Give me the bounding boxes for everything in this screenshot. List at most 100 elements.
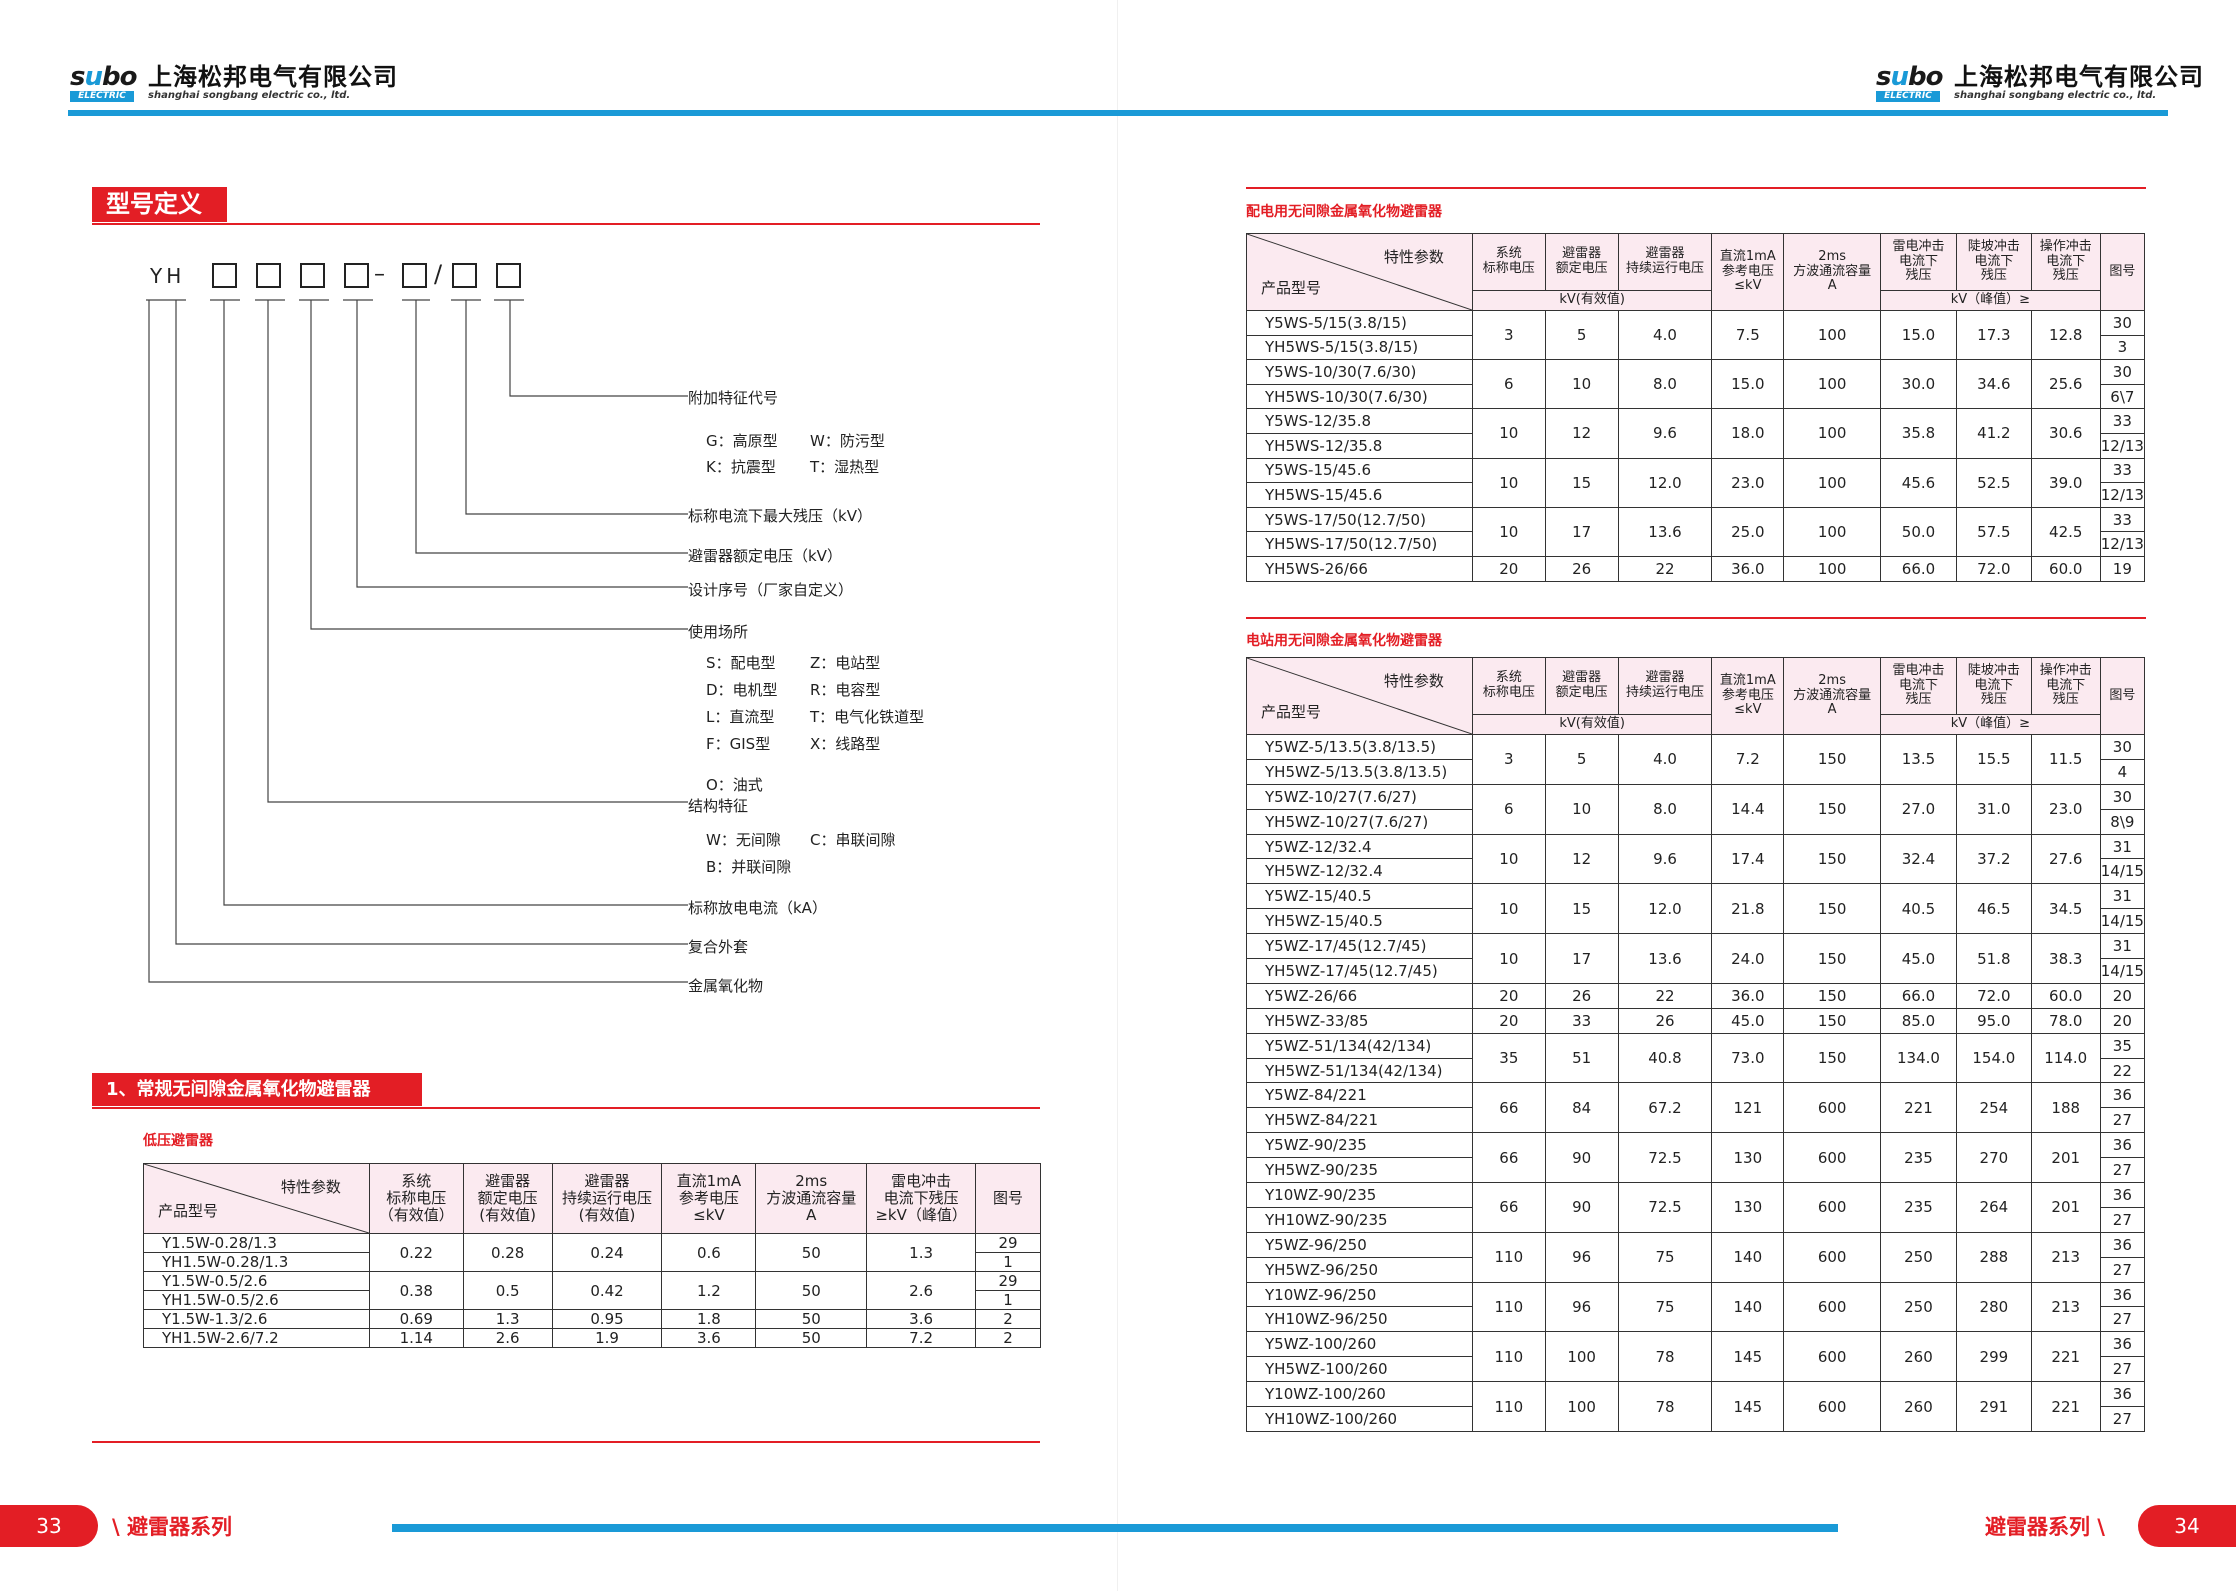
value-cell: 32.4	[1880, 833, 1957, 885]
company-logo-right: subo ELECTRIC 上海松邦电气有限公司 shanghai songba…	[1876, 64, 2204, 102]
value-cell: 130	[1711, 1182, 1785, 1233]
low-voltage-table: 特性参数 产品型号 系统 标称电压 （有效值） 避雷器 额定电压 (有效值) 避…	[143, 1163, 1041, 1348]
label-oil: O：油式	[706, 776, 763, 794]
value-cell: 39.0	[2030, 457, 2101, 508]
model-cell: YH5WZ-33/85	[1246, 1007, 1473, 1034]
value-cell: 150	[1783, 1032, 1882, 1084]
value-cell: 50	[755, 1233, 868, 1272]
value-cell: 96	[1544, 1281, 1619, 1333]
value-cell: 0.95	[551, 1309, 663, 1329]
header-col: 操作冲击 电流下 残压	[2030, 657, 2101, 715]
value-cell: 95.0	[1955, 1007, 2032, 1034]
value-cell: 12	[1544, 833, 1619, 885]
value-cell: 10	[1471, 833, 1546, 885]
figure-cell: 1	[975, 1252, 1041, 1272]
value-cell: 67.2	[1617, 1082, 1713, 1134]
header-rule-right	[1118, 110, 2168, 116]
value-cell: 41.2	[1955, 408, 2032, 459]
value-cell: 4.0	[1617, 734, 1713, 785]
figure-cell: 12/13	[2099, 531, 2146, 557]
model-cell: YH5WZ-10/27(7.6/27)	[1246, 808, 1473, 835]
value-cell: 50	[755, 1328, 868, 1348]
model-cell: Y5WZ-90/235	[1246, 1132, 1473, 1159]
value-cell: 20	[1471, 555, 1546, 582]
station-body: Y5WZ-5/13.5(3.8/13.5) 3 5 4.0 7.2 150 13.5 15.5…	[1246, 734, 2146, 1432]
value-cell: 4.0	[1617, 309, 1713, 361]
model-cell: YH5WZ-17/45(12.7/45)	[1246, 958, 1473, 984]
model-cell: Y5WZ-51/134(42/134)	[1246, 1032, 1473, 1059]
value-cell: 90	[1544, 1182, 1619, 1233]
value-cell: 0.5	[462, 1271, 553, 1310]
value-cell: 221	[2030, 1381, 2101, 1432]
value-cell: 72.5	[1617, 1132, 1713, 1184]
value-cell: 25.6	[2030, 359, 2101, 410]
value-cell: 188	[2030, 1082, 2101, 1134]
figure-cell: 31	[2099, 833, 2146, 860]
value-cell: 22	[1617, 982, 1713, 1009]
label-motor: D：电机型	[706, 681, 778, 699]
value-cell: 7.5	[1711, 309, 1785, 361]
low-voltage-subtitle: 低压避雷器	[143, 1133, 213, 1149]
value-cell: 2.6	[462, 1328, 553, 1348]
model-cell: YH5WS-26/66	[1246, 555, 1473, 582]
value-cell: 57.5	[1955, 506, 2032, 557]
value-cell: 150	[1783, 933, 1882, 984]
value-cell: 100	[1783, 408, 1882, 459]
model-cell: YH5WS-5/15(3.8/15)	[1246, 334, 1473, 361]
header-col: 直流1mA 参考电压 ≤kV	[661, 1163, 757, 1234]
value-cell: 100	[1783, 457, 1882, 508]
value-cell: 0.38	[368, 1271, 464, 1310]
table-row: Y5WZ-12/32.4 10 12 9.6 17.4 150 32.4 37.2 27.6 31	[1246, 833, 2146, 885]
model-cell: Y5WS-10/30(7.6/30)	[1246, 359, 1473, 385]
unit-right: kV（峰值）≥	[1880, 714, 2101, 735]
value-cell: 8.0	[1617, 359, 1713, 410]
figure-cell: 33	[2099, 408, 2146, 434]
header-model: 产品型号	[158, 1202, 219, 1220]
value-cell: 100	[1783, 506, 1882, 557]
value-cell: 90	[1544, 1132, 1619, 1184]
value-cell: 96	[1544, 1231, 1619, 1283]
table-row: Y5WZ-90/235 66 90 72.5 130 600 235 270 201 36	[1246, 1132, 2146, 1184]
value-cell: 40.5	[1880, 883, 1957, 935]
value-cell: 154.0	[1955, 1032, 2032, 1084]
value-cell: 45.0	[1711, 1007, 1785, 1034]
value-cell: 24.0	[1711, 933, 1785, 984]
figure-cell: 22	[2099, 1057, 2146, 1084]
value-cell: 600	[1783, 1182, 1882, 1233]
model-cell: Y5WZ-15/40.5	[1246, 883, 1473, 910]
value-cell: 12.0	[1617, 457, 1713, 508]
section1-title: 1、常规无间隙金属氧化物避雷器	[92, 1073, 422, 1106]
label-composite-housing: 复合外套	[688, 938, 749, 956]
value-cell: 30.6	[2030, 408, 2101, 459]
label-seismic: K：抗震型	[706, 458, 776, 476]
value-cell: 235	[1880, 1182, 1957, 1233]
label-railway: T：电气化铁道型	[810, 708, 925, 726]
model-cell: Y1.5W-0.28/1.3	[143, 1233, 370, 1253]
header-col: 雷电冲击 电流下残压 ≥kV（峰值）	[866, 1163, 977, 1234]
table-row: Y5WZ-5/13.5(3.8/13.5) 3 5 4.0 7.2 150 13.5 15.5…	[1246, 734, 2146, 785]
series-label-left: \ 避雷器系列	[112, 1515, 232, 1539]
value-cell: 17.4	[1711, 833, 1785, 885]
model-cell: Y5WZ-5/13.5(3.8/13.5)	[1246, 734, 1473, 760]
figure-cell: 27	[2099, 1306, 2146, 1333]
header-col: 2ms 方波通流容量 A	[1783, 233, 1882, 311]
value-cell: 10	[1471, 933, 1546, 984]
model-cell: YH5WZ-100/260	[1246, 1356, 1473, 1383]
header-col: 直流1mA 参考电压 ≤kV	[1711, 233, 1785, 311]
logo-tag: ELECTRIC	[1876, 91, 1940, 102]
header-col: 系统 标称电压	[1471, 657, 1546, 715]
footer-bar	[392, 1524, 1838, 1532]
value-cell: 10	[1471, 506, 1546, 557]
model-cell: Y5WZ-100/260	[1246, 1331, 1473, 1358]
page-spine	[1117, 0, 1118, 1591]
value-cell: 50	[755, 1271, 868, 1310]
model-cell: Y5WZ-12/32.4	[1246, 833, 1473, 860]
figure-cell: 14/15	[2099, 858, 2146, 885]
value-cell: 0.24	[551, 1233, 663, 1272]
value-cell: 66.0	[1880, 982, 1957, 1009]
value-cell: 18.0	[1711, 408, 1785, 459]
value-cell: 15.0	[1711, 359, 1785, 410]
value-cell: 34.6	[1955, 359, 2032, 410]
value-cell: 7.2	[866, 1328, 977, 1348]
value-cell: 100	[1783, 555, 1882, 582]
